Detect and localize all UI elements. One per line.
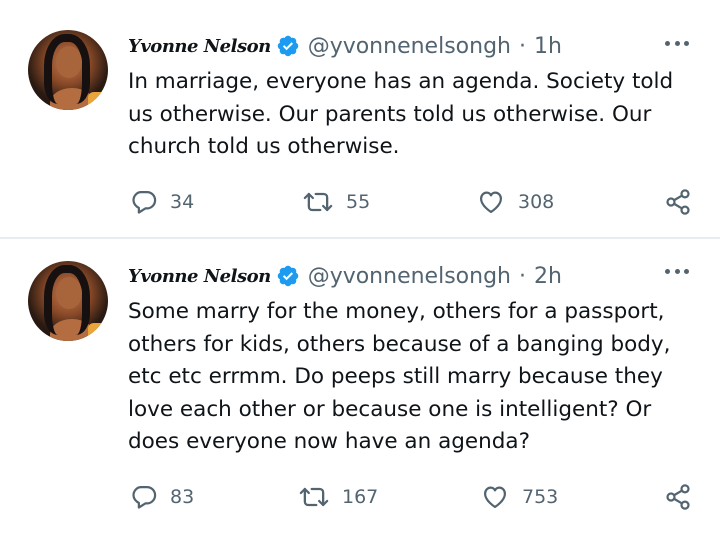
reply-count: 34 [170,191,195,213]
tweet[interactable]: Yvonne Nelson @yvonnenelsongh · 1h In ma… [0,0,720,237]
separator: · [518,33,526,59]
like-button[interactable]: 753 [480,480,558,514]
retweet-icon [303,192,333,212]
retweet-count: 55 [346,191,371,213]
tweet-text: Some marry for the money, others for a p… [128,299,671,454]
share-icon [666,484,690,510]
user-handle[interactable]: @yvonnenelsongh [308,264,511,289]
retweet-count: 167 [342,486,379,508]
share-button[interactable] [664,480,692,514]
timestamp[interactable]: 1h [534,34,562,59]
tweet-text: In marriage, everyone has an agenda. Soc… [128,69,674,159]
reply-button[interactable]: 83 [130,480,194,514]
separator: · [518,263,526,289]
share-button[interactable] [664,185,692,219]
like-count: 308 [518,191,555,213]
heart-icon [483,486,507,509]
heart-icon [479,191,503,214]
verified-badge-icon [277,265,298,287]
more-options-icon[interactable] [665,41,689,51]
tweet-header: Yvonne Nelson @yvonnenelsongh · 2h [128,261,562,291]
reply-count: 83 [170,486,195,508]
retweet-button[interactable]: 167 [298,480,378,514]
verified-badge-icon [277,35,298,57]
display-name[interactable]: Yvonne Nelson [128,266,271,287]
more-options-icon[interactable] [665,269,689,279]
tweet-actions: 34 55 308 [0,185,720,219]
like-button[interactable]: 308 [476,185,554,219]
retweet-icon [299,487,329,507]
avatar[interactable] [28,30,108,110]
tweet[interactable]: Yvonne Nelson @yvonnenelsongh · 2h Some … [0,239,720,541]
user-handle[interactable]: @yvonnenelsongh [308,34,511,59]
reply-icon [132,485,157,509]
tweet-actions: 83 167 753 [0,480,720,514]
timestamp[interactable]: 2h [534,264,562,289]
display-name[interactable]: Yvonne Nelson [128,36,271,57]
reply-button[interactable]: 34 [130,185,194,219]
tweet-header: Yvonne Nelson @yvonnenelsongh · 1h [128,31,562,61]
reply-icon [132,190,157,214]
share-icon [666,189,690,215]
like-count: 753 [522,486,559,508]
avatar[interactable] [28,261,108,341]
retweet-button[interactable]: 55 [302,185,370,219]
